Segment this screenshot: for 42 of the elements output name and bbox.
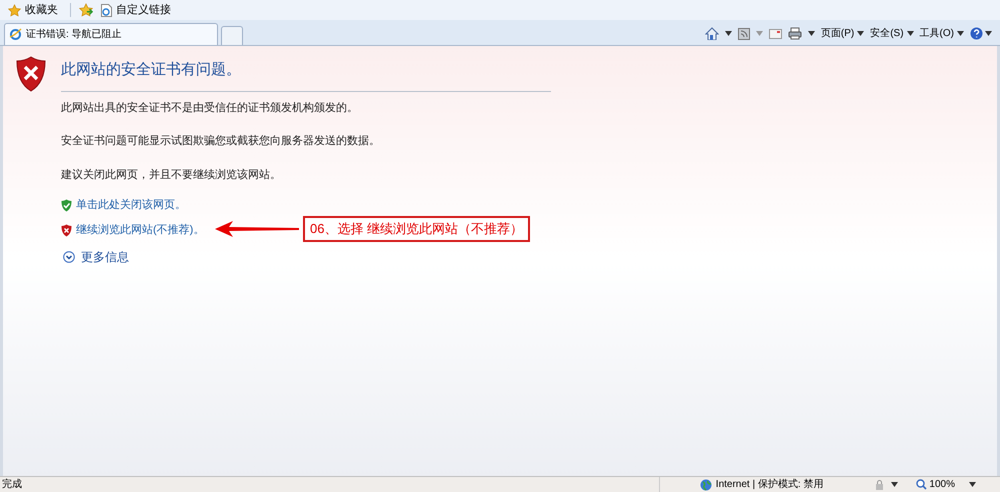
paragraph: 建议关闭此网页，并且不要继续浏览该网站。 xyxy=(61,168,282,182)
add-favorite-icon[interactable] xyxy=(79,3,93,17)
security-zone[interactable]: Internet | 保护模式: 禁用 xyxy=(716,477,824,492)
more-info-link[interactable]: 更多信息 xyxy=(81,248,129,266)
annotation-label: 06、选择 继续浏览此网站（不推荐） xyxy=(303,216,530,242)
page-icon xyxy=(101,4,112,16)
home-icon[interactable] xyxy=(704,27,719,40)
error-shield-icon xyxy=(15,56,47,92)
help-button[interactable] xyxy=(970,27,992,40)
page-title: 此网站的安全证书有问题。 xyxy=(61,56,551,92)
star-icon xyxy=(8,4,21,16)
caret-icon[interactable] xyxy=(808,31,815,36)
lock-icon[interactable] xyxy=(873,478,886,490)
browser-icon xyxy=(9,28,22,41)
print-icon[interactable] xyxy=(788,27,802,40)
favorite-link[interactable]: 自定义链接 xyxy=(101,2,171,18)
feed-icon[interactable] xyxy=(738,28,750,40)
menu-button[interactable]: 页面(P) xyxy=(820,26,864,41)
caret-icon[interactable] xyxy=(969,482,976,487)
caret-icon xyxy=(957,31,964,36)
mail-icon[interactable] xyxy=(768,28,782,38)
menu-button[interactable]: 工具(O) xyxy=(920,26,964,41)
browser-tab[interactable]: 证书错误: 导航已阻止 xyxy=(4,23,218,45)
status-text: 完成 xyxy=(1,478,22,492)
favorites-button[interactable]: 收藏夹 xyxy=(4,2,62,18)
caret-icon[interactable] xyxy=(891,482,898,487)
caret-icon xyxy=(857,31,864,36)
check-shield-icon xyxy=(61,199,72,212)
paragraph: 安全证书问题可能显示试图欺骗您或截获您向服务器发送的数据。 xyxy=(61,134,381,149)
error-shield-icon xyxy=(61,224,72,237)
globe-icon xyxy=(700,478,712,490)
expand-icon xyxy=(63,250,75,262)
menu-button[interactable]: 安全(S) xyxy=(870,26,914,41)
page-link[interactable]: 继续浏览此网站(不推荐)。 xyxy=(76,222,204,239)
caret-icon[interactable] xyxy=(724,31,732,36)
zoom-icon xyxy=(916,479,928,490)
caret-icon xyxy=(906,31,914,36)
page-link[interactable]: 单击此处关闭该网页。 xyxy=(76,197,186,214)
paragraph: 此网站出具的安全证书不是由受信任的证书颁发机构颁发的。 xyxy=(61,100,359,116)
help-icon xyxy=(970,27,983,40)
zoom-button[interactable]: 100% xyxy=(916,477,955,492)
caret-icon xyxy=(985,31,992,36)
